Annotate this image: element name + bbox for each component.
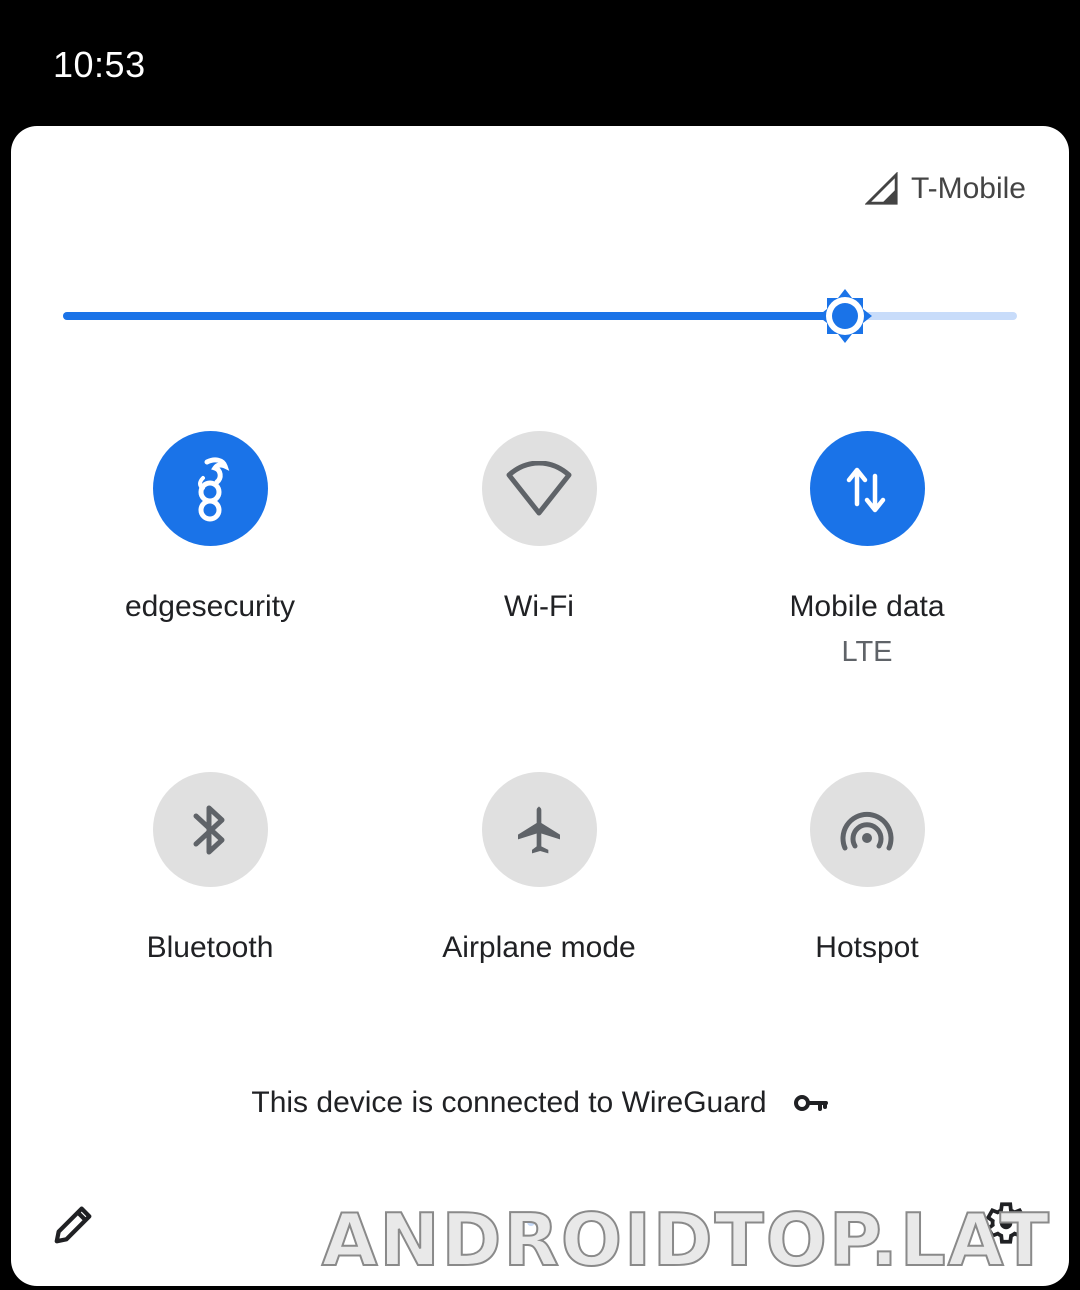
tile-airplane-mode[interactable]: Airplane mode: [389, 772, 689, 965]
status-bar: 10:53: [0, 0, 1080, 126]
signal-icon: [864, 172, 898, 205]
wireguard-icon: [198, 456, 230, 521]
tile-label: Mobile data: [789, 590, 945, 623]
tile-hotspot[interactable]: Hotspot: [717, 772, 1017, 965]
brightness-fill: [63, 312, 846, 320]
hotspot-icon: [840, 811, 894, 850]
tile-airplane-mode-button[interactable]: [481, 772, 597, 887]
pencil-icon[interactable]: [51, 1201, 97, 1247]
carrier-indicator: T-Mobile: [864, 172, 1026, 206]
mobile-data-icon: [846, 467, 886, 512]
tile-label: Airplane mode: [442, 931, 636, 964]
tile-mobile-data[interactable]: Mobile data LTE: [717, 431, 1017, 669]
key-icon: [793, 1095, 828, 1111]
tile-label: Wi-Fi: [504, 590, 574, 623]
tile-label: Bluetooth: [146, 931, 274, 964]
tile-wifi-button[interactable]: [481, 431, 597, 546]
airplane-icon: [518, 806, 560, 853]
page-dot: [511, 1218, 519, 1226]
tile-edgesecurity[interactable]: edgesecurity: [60, 431, 360, 624]
vpn-status[interactable]: This device is connected to WireGuard: [11, 1086, 1069, 1120]
clock: 10:53: [53, 44, 146, 85]
tile-sublabel: LTE: [841, 636, 893, 668]
vpn-message: This device is connected to WireGuard: [251, 1086, 767, 1119]
tile-bluetooth-button[interactable]: [152, 772, 268, 887]
brightness-icon[interactable]: [815, 286, 875, 346]
tile-label: edgesecurity: [124, 590, 296, 623]
tile-hotspot-button[interactable]: [809, 772, 925, 887]
gear-icon[interactable]: [979, 1198, 1029, 1248]
tile-bluetooth[interactable]: Bluetooth: [60, 772, 360, 965]
tile-label: Hotspot: [815, 931, 919, 964]
tile-mobile-data-button[interactable]: [809, 431, 925, 546]
bluetooth-icon: [193, 805, 225, 854]
brightness-slider[interactable]: [63, 289, 1017, 343]
carrier-name: T-Mobile: [910, 172, 1026, 205]
page-indicator: [511, 1218, 535, 1226]
page-dot: [527, 1218, 535, 1226]
tile-wifi[interactable]: Wi-Fi: [389, 431, 689, 624]
wifi-icon: [506, 460, 572, 515]
tile-edgesecurity-button[interactable]: [152, 431, 268, 546]
watermark: ANDROIDTOP.LAT: [321, 1197, 1051, 1283]
quick-settings-panel: T-Mobile edgesecurity Wi-Fi Mobile data …: [11, 126, 1069, 1286]
